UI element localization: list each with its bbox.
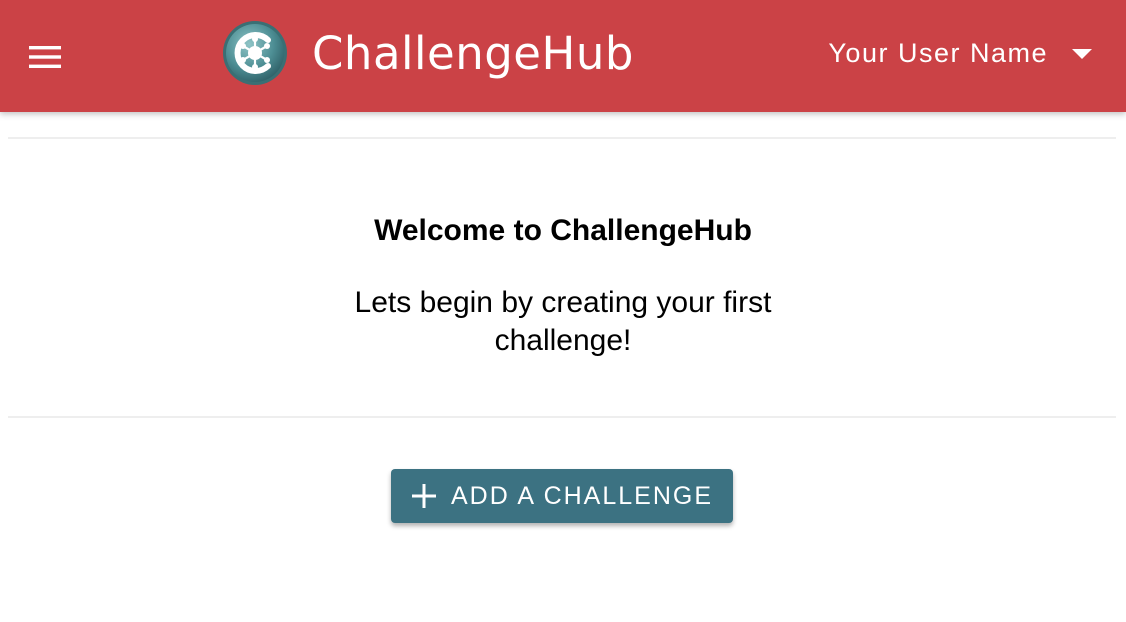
caret-down-icon (1072, 48, 1092, 59)
plus-icon (411, 484, 436, 508)
user-menu[interactable]: Your User Name (828, 38, 1094, 69)
app-title: ChallengeHub (312, 26, 634, 80)
divider-top (8, 137, 1116, 139)
divider-bottom (8, 416, 1116, 418)
add-challenge-button[interactable]: ADD A CHALLENGE (391, 469, 733, 523)
welcome-title: Welcome to ChallengeHub (374, 214, 752, 247)
user-name: Your User Name (828, 38, 1048, 68)
menu-button[interactable] (22, 34, 68, 80)
add-challenge-label: ADD A CHALLENGE (450, 481, 714, 510)
challengehub-logo-icon (223, 21, 287, 85)
app-bar: ChallengeHub Your User Name (0, 0, 1126, 112)
brand[interactable]: ChallengeHub (222, 18, 634, 88)
hamburger-menu-icon (29, 46, 61, 68)
welcome-subtitle: Lets begin by creating your first challe… (354, 286, 772, 357)
